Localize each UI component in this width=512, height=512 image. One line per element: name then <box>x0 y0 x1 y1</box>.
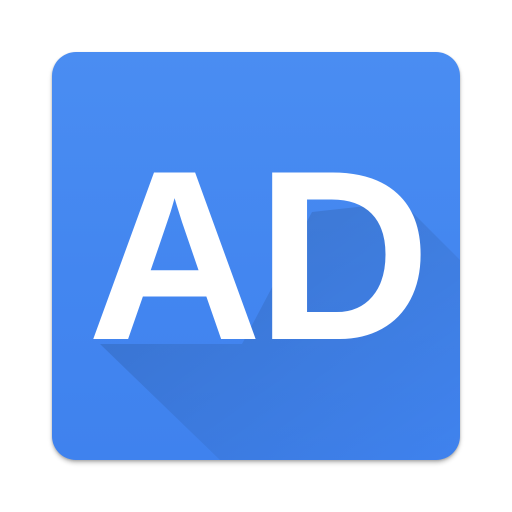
app-launcher-icon[interactable]: AD <box>52 52 460 460</box>
icon-canvas: AD <box>0 0 512 512</box>
app-monogram: AD <box>87 121 431 391</box>
